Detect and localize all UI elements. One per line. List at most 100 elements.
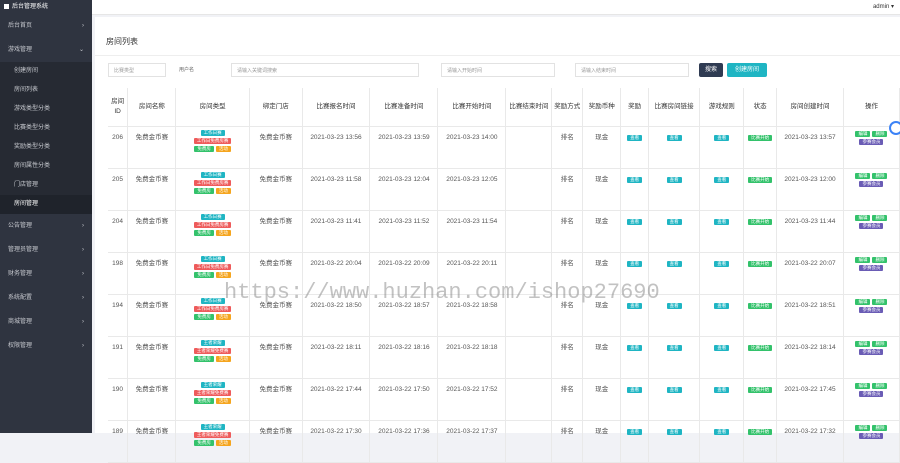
status-badge[interactable]: 比赛开始 bbox=[748, 303, 773, 309]
sidebar-subitem[interactable]: 房间管理 bbox=[0, 195, 92, 214]
view-link-button[interactable]: 查看 bbox=[666, 135, 682, 141]
brand[interactable]: 后台管理系统 bbox=[0, 0, 92, 14]
room-type-badge: 活动 bbox=[215, 188, 231, 194]
sidebar-item-home[interactable]: 后台首页 › bbox=[0, 14, 92, 38]
edit-button[interactable]: 编辑 bbox=[855, 215, 871, 221]
sidebar-subitem[interactable]: 奖励类型分类 bbox=[0, 138, 92, 157]
view-link-button[interactable]: 查看 bbox=[666, 219, 682, 225]
reward-currency: 现金 bbox=[595, 134, 609, 141]
room-type-badge: 工作日赛 bbox=[200, 130, 225, 136]
edit-button[interactable]: 编辑 bbox=[855, 173, 871, 179]
members-button[interactable]: 参赛会员 bbox=[859, 223, 884, 229]
room-type-badge: 免费房 bbox=[194, 230, 214, 236]
members-button[interactable]: 参赛会员 bbox=[859, 139, 884, 145]
view-rule-button[interactable]: 查看 bbox=[714, 177, 730, 183]
room-type-badge: 工作日免费房赛 bbox=[193, 264, 232, 270]
edit-button[interactable]: 编辑 bbox=[855, 383, 871, 389]
room-name: 免费金币赛 bbox=[135, 428, 169, 435]
delete-button[interactable]: 删除 bbox=[872, 131, 888, 137]
delete-button[interactable]: 删除 bbox=[872, 425, 888, 431]
user-menu[interactable]: admin ▾ bbox=[873, 0, 894, 14]
edit-button[interactable]: 编辑 bbox=[855, 131, 871, 137]
room-id: 198 bbox=[112, 260, 124, 267]
reward-currency: 现金 bbox=[595, 428, 609, 435]
sidebar-item[interactable]: 商城管理 › bbox=[0, 310, 92, 334]
view-reward-button[interactable]: 查看 bbox=[627, 135, 643, 141]
sidebar-subitem[interactable]: 门店管理 bbox=[0, 176, 92, 195]
create-room-button[interactable]: 创建房间 bbox=[727, 63, 767, 77]
prepare-time: 2021-03-23 13:59 bbox=[378, 134, 430, 141]
sidebar-subitem[interactable]: 房间属性分类 bbox=[0, 157, 92, 176]
chevron-right-icon: › bbox=[82, 271, 84, 277]
sidebar-item[interactable]: 管理员管理 › bbox=[0, 238, 92, 262]
view-reward-button[interactable]: 查看 bbox=[627, 387, 643, 393]
sidebar-item[interactable]: 公告管理 › bbox=[0, 214, 92, 238]
status-badge[interactable]: 比赛开始 bbox=[748, 219, 773, 225]
sidebar-item-game[interactable]: 游戏管理 ⌄ bbox=[0, 38, 92, 62]
room-id: 205 bbox=[112, 176, 124, 183]
column-header: 操作 bbox=[843, 88, 900, 127]
start-time: 2021-03-22 18:18 bbox=[446, 344, 498, 351]
delete-button[interactable]: 删除 bbox=[872, 257, 888, 263]
view-reward-button[interactable]: 查看 bbox=[627, 429, 643, 435]
view-rule-button[interactable]: 查看 bbox=[714, 261, 730, 267]
view-rule-button[interactable]: 查看 bbox=[714, 345, 730, 351]
status-badge[interactable]: 比赛开始 bbox=[748, 177, 773, 183]
delete-button[interactable]: 删除 bbox=[872, 215, 888, 221]
status-badge[interactable]: 比赛开始 bbox=[748, 429, 773, 435]
floating-assist-icon[interactable] bbox=[889, 121, 900, 135]
view-rule-button[interactable]: 查看 bbox=[714, 219, 730, 225]
room-type-badge: 工作日免费房赛 bbox=[193, 138, 232, 144]
end-time-input[interactable]: 请输入结束时间 bbox=[575, 63, 689, 77]
start-time: 2021-03-22 20:11 bbox=[446, 260, 498, 267]
room-name: 免费金币赛 bbox=[135, 260, 169, 267]
status-badge[interactable]: 比赛开始 bbox=[748, 135, 773, 141]
type-select[interactable]: 比赛类型 bbox=[108, 63, 166, 77]
sidebar-subitem[interactable]: 游戏类型分类 bbox=[0, 100, 92, 119]
delete-button[interactable]: 删除 bbox=[872, 383, 888, 389]
keyword-input[interactable]: 请输入关键词搜索 bbox=[231, 63, 419, 77]
view-reward-button[interactable]: 查看 bbox=[627, 345, 643, 351]
end-time bbox=[506, 337, 551, 343]
view-link-button[interactable]: 查看 bbox=[666, 303, 682, 309]
status-badge[interactable]: 比赛开始 bbox=[748, 345, 773, 351]
members-button[interactable]: 参赛会员 bbox=[859, 181, 884, 187]
status-badge[interactable]: 比赛开始 bbox=[748, 261, 773, 267]
edit-button[interactable]: 编辑 bbox=[855, 425, 871, 431]
delete-button[interactable]: 删除 bbox=[872, 299, 888, 305]
signup-time: 2021-03-23 13:56 bbox=[310, 134, 362, 141]
members-button[interactable]: 参赛会员 bbox=[859, 307, 884, 313]
column-header: 绑定门店 bbox=[249, 88, 303, 127]
view-link-button[interactable]: 查看 bbox=[666, 429, 682, 435]
view-reward-button[interactable]: 查看 bbox=[627, 261, 643, 267]
start-time-input[interactable]: 请输入开始时间 bbox=[441, 63, 555, 77]
sidebar-item[interactable]: 权限管理 › bbox=[0, 334, 92, 358]
view-rule-button[interactable]: 查看 bbox=[714, 135, 730, 141]
edit-button[interactable]: 编辑 bbox=[855, 257, 871, 263]
sidebar-subitem[interactable]: 比赛类型分类 bbox=[0, 119, 92, 138]
sidebar-subitem[interactable]: 创建房间 bbox=[0, 62, 92, 81]
search-button[interactable]: 搜索 bbox=[699, 63, 723, 77]
view-rule-button[interactable]: 查看 bbox=[714, 429, 730, 435]
members-button[interactable]: 参赛会员 bbox=[859, 265, 884, 271]
view-link-button[interactable]: 查看 bbox=[666, 387, 682, 393]
sidebar-item[interactable]: 财务管理 › bbox=[0, 262, 92, 286]
view-reward-button[interactable]: 查看 bbox=[627, 219, 643, 225]
edit-button[interactable]: 编辑 bbox=[855, 341, 871, 347]
room-type-badge: 免费房 bbox=[194, 356, 214, 362]
view-link-button[interactable]: 查看 bbox=[666, 345, 682, 351]
view-rule-button[interactable]: 查看 bbox=[714, 303, 730, 309]
view-reward-button[interactable]: 查看 bbox=[627, 177, 643, 183]
status-badge[interactable]: 比赛开始 bbox=[748, 387, 773, 393]
sidebar-subitem[interactable]: 房间列表 bbox=[0, 81, 92, 100]
delete-button[interactable]: 删除 bbox=[872, 173, 888, 179]
delete-button[interactable]: 删除 bbox=[872, 341, 888, 347]
view-rule-button[interactable]: 查看 bbox=[714, 387, 730, 393]
members-button[interactable]: 参赛会员 bbox=[859, 391, 884, 397]
view-link-button[interactable]: 查看 bbox=[666, 177, 682, 183]
view-link-button[interactable]: 查看 bbox=[666, 261, 682, 267]
edit-button[interactable]: 编辑 bbox=[855, 299, 871, 305]
members-button[interactable]: 参赛会员 bbox=[859, 433, 884, 439]
members-button[interactable]: 参赛会员 bbox=[859, 349, 884, 355]
sidebar-item[interactable]: 系统配置 › bbox=[0, 286, 92, 310]
